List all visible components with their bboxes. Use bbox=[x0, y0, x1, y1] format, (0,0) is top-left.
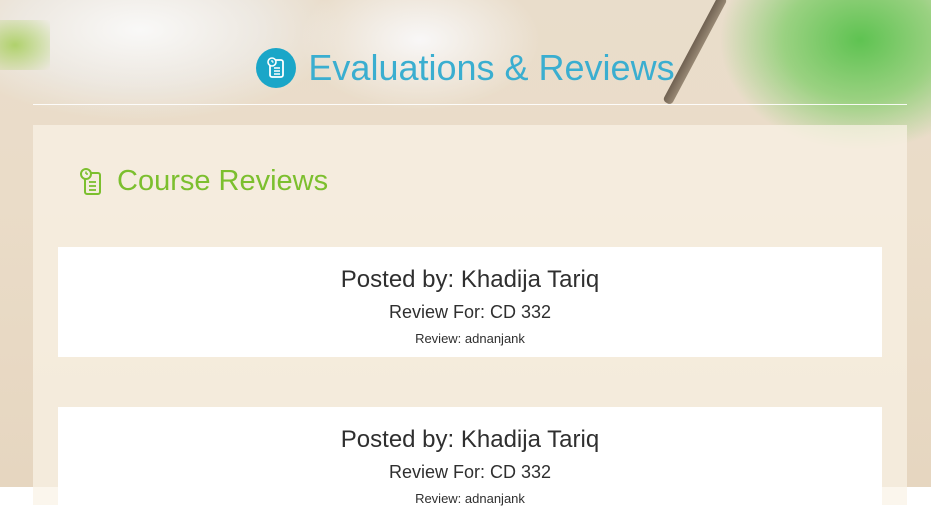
page-title: Evaluations & Reviews bbox=[308, 47, 675, 88]
clipboard-clock-icon bbox=[256, 48, 297, 88]
review-course: Review For: CD 332 bbox=[388, 462, 552, 482]
review-text: Review: adnanjank bbox=[415, 331, 525, 346]
review-text: Review: adnanjank bbox=[415, 491, 525, 506]
section-title: Course Reviews bbox=[117, 165, 329, 197]
page-header: Evaluations & Reviews bbox=[0, 40, 931, 96]
header-divider bbox=[33, 104, 907, 105]
review-author: Posted by: Khadija Tariq bbox=[340, 266, 600, 293]
clipboard-clock-icon bbox=[80, 167, 101, 195]
review-author: Posted by: Khadija Tariq bbox=[340, 426, 600, 453]
review-card: Posted by: Khadija Tariq Review For: CD … bbox=[58, 407, 882, 517]
review-card: Posted by: Khadija Tariq Review For: CD … bbox=[58, 247, 882, 357]
section-header: Course Reviews bbox=[79, 165, 328, 198]
review-course: Review For: CD 332 bbox=[388, 302, 552, 322]
reviews-panel: Course Reviews Posted by: Khadija Tariq … bbox=[33, 125, 907, 517]
